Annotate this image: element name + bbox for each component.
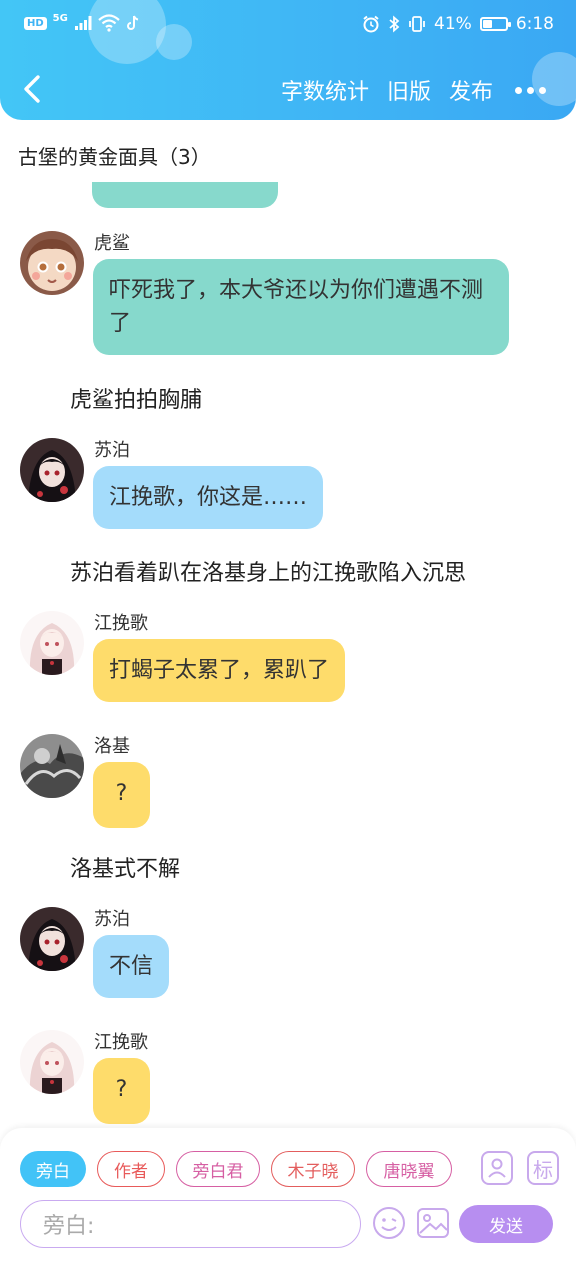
vibrate-icon — [409, 16, 425, 32]
nav-bar: 字数统计 旧版 发布 — [0, 64, 576, 114]
message-bubble[interactable]: ? — [93, 762, 150, 828]
avatar-character-icon — [20, 1030, 84, 1094]
speaker-name: 苏泊 — [94, 909, 130, 930]
signal-icon — [74, 16, 92, 30]
mark-label: 标 — [533, 1157, 553, 1182]
message-bubble[interactable]: ? — [93, 1058, 150, 1124]
battery-percent: 41% — [434, 14, 472, 34]
speaker-name: 苏泊 — [94, 440, 130, 461]
image-icon — [417, 1208, 449, 1238]
clock: 6:18 — [515, 14, 554, 34]
app-header: HD 5G 41% 6:18 字数统计 旧版 发布 — [0, 0, 576, 120]
message-bubble[interactable]: 江挽歌，你这是…… — [93, 466, 324, 529]
message-bubble[interactable]: 不信 — [93, 935, 170, 998]
avatar-character-icon — [20, 734, 84, 798]
bluetooth-icon — [389, 15, 400, 33]
tiktok-icon — [126, 15, 139, 30]
character-manage-button[interactable] — [481, 1151, 513, 1185]
emoji-button[interactable] — [372, 1206, 406, 1240]
avatar-character-icon — [20, 231, 84, 295]
more-button[interactable] — [515, 86, 546, 94]
chevron-left-icon — [24, 75, 40, 103]
message-input[interactable]: 旁白: — [20, 1200, 361, 1248]
avatar[interactable] — [20, 907, 84, 971]
mark-button[interactable]: 标 — [527, 1151, 559, 1185]
avatar-character-icon — [20, 438, 84, 502]
send-button[interactable]: 发送 — [459, 1205, 553, 1243]
role-selector: 旁白 作者 旁白君 木子晓 唐晓翼 — [20, 1151, 452, 1187]
message-input-placeholder: 旁白: — [43, 1214, 95, 1239]
role-chip-muzixiao[interactable]: 木子晓 — [271, 1151, 355, 1187]
speaker-name: 洛基 — [94, 736, 130, 757]
narration-text[interactable]: 虎鲨拍拍胸脯 — [70, 382, 202, 414]
role-chip-author[interactable]: 作者 — [97, 1151, 165, 1187]
battery-level — [482, 20, 492, 28]
speaker-name: 江挽歌 — [94, 1032, 148, 1053]
chat-area[interactable]: 虎鲨 吓死我了，本大爷还以为你们遭遇不测了 虎鲨拍拍胸脯 苏泊 江挽歌，你这是…… — [0, 180, 576, 1130]
avatar[interactable] — [20, 1030, 84, 1094]
speaker-name: 虎鲨 — [94, 233, 130, 254]
narration-text[interactable]: 洛基式不解 — [70, 851, 180, 883]
story-title: 古堡的黄金面具（3） — [18, 145, 211, 169]
avatar-character-icon — [20, 907, 84, 971]
battery-icon — [479, 17, 511, 31]
back-button[interactable] — [18, 72, 48, 106]
emoji-icon — [373, 1207, 405, 1239]
message-bubble[interactable]: 打蝎子太累了，累趴了 — [93, 639, 346, 702]
role-chip-tangxiaoyi[interactable]: 唐晓翼 — [366, 1151, 452, 1187]
avatar[interactable] — [20, 231, 84, 295]
wifi-icon — [98, 14, 120, 32]
more-dot-icon — [527, 86, 534, 94]
narration-text[interactable]: 苏泊看着趴在洛基身上的江挽歌陷入沉思 — [70, 555, 466, 587]
avatar[interactable] — [20, 438, 84, 502]
publish-button[interactable]: 发布 — [449, 74, 493, 106]
old-version-button[interactable]: 旧版 — [387, 74, 431, 106]
person-card-icon — [488, 1158, 506, 1178]
speaker-name: 江挽歌 — [94, 613, 148, 634]
alarm-icon — [363, 15, 379, 33]
hd-badge: HD — [24, 16, 47, 30]
avatar[interactable] — [20, 611, 84, 675]
message-bubble[interactable]: 吓死我了，本大爷还以为你们遭遇不测了 — [93, 259, 509, 355]
more-dot-icon — [515, 86, 522, 94]
role-chip-narrator-jun[interactable]: 旁白君 — [176, 1151, 260, 1187]
role-chip-narrator[interactable]: 旁白 — [20, 1151, 86, 1187]
more-dot-icon — [539, 86, 546, 94]
avatar-character-icon — [20, 611, 84, 675]
image-button[interactable] — [416, 1206, 450, 1240]
status-bar: HD 5G 41% 6:18 — [0, 10, 576, 42]
word-count-button[interactable]: 字数统计 — [281, 74, 369, 106]
previous-message-bubble[interactable] — [92, 182, 278, 208]
network-label: 5G — [52, 12, 68, 24]
avatar[interactable] — [20, 734, 84, 798]
composer-panel: 旁白 作者 旁白君 木子晓 唐晓翼 标 旁白: 发送 — [0, 1128, 576, 1280]
